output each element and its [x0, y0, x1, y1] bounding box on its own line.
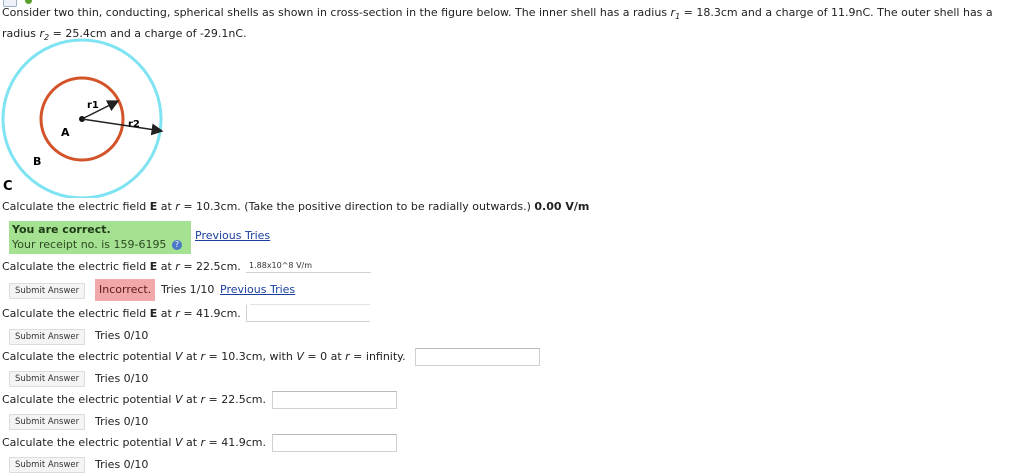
q3-text: Calculate the electric field: [2, 307, 150, 320]
question-2: Calculate the electric field E at r = 22…: [2, 259, 241, 275]
incorrect-badge: Incorrect.: [95, 279, 156, 301]
question-1: Calculate the electric field E at r = 10…: [2, 199, 589, 215]
label-a: A: [61, 126, 70, 139]
correct-title: You are correct.: [12, 223, 111, 236]
question-5: Calculate the electric potential V at r …: [2, 392, 266, 408]
q5-submit-button[interactable]: Submit Answer: [9, 414, 86, 430]
q5-tries: Tries 0/10: [95, 415, 149, 428]
q5-answer-input[interactable]: [272, 391, 397, 409]
q2-previous-tries-link[interactable]: Previous Tries: [220, 282, 295, 298]
q5-text: Calculate the electric potential: [2, 393, 175, 406]
q3-text: = 41.9cm.: [179, 307, 241, 320]
q4-tries: Tries 0/10: [95, 372, 149, 385]
question-4: Calculate the electric potential V at r …: [2, 349, 406, 365]
q2-text: Calculate the electric field: [2, 260, 150, 273]
correct-feedback: You are correct. Your receipt no. is 159…: [9, 221, 191, 254]
q3-submit-button[interactable]: Submit Answer: [9, 329, 86, 345]
q4-text: at: [182, 350, 201, 363]
q1-previous-tries-link[interactable]: Previous Tries: [195, 228, 270, 244]
q4-answer-input[interactable]: [415, 348, 540, 366]
q6-answer-input[interactable]: [272, 434, 397, 452]
shells-figure: r1 r2 A B C: [1, 38, 164, 198]
q4-text: Calculate the electric potential: [2, 350, 175, 363]
q6-tries: Tries 0/10: [95, 458, 149, 471]
q5-text: at: [182, 393, 201, 406]
receipt-text: Your receipt no. is 159-6195: [12, 238, 167, 251]
q6-submit-button[interactable]: Submit Answer: [9, 457, 86, 473]
question-6: Calculate the electric potential V at r …: [2, 435, 266, 451]
q4-submit-button[interactable]: Submit Answer: [9, 371, 86, 387]
q4-V-symbol: V: [296, 350, 304, 363]
problem-text: Consider two thin, conducting, spherical…: [2, 6, 671, 19]
q4-text: = 0 at: [303, 350, 346, 363]
q1-text: Calculate the electric field: [2, 200, 150, 213]
q1-text: = 10.3cm. (Take the positive direction t…: [179, 200, 535, 213]
q2-text: = 22.5cm.: [179, 260, 241, 273]
q2-answer-input[interactable]: 1.88x10^8 V/m: [246, 259, 371, 273]
q3-text: at: [157, 307, 176, 320]
q4-text: = infinity.: [349, 350, 406, 363]
q6-text: Calculate the electric potential: [2, 436, 175, 449]
q5-text: = 22.5cm.: [205, 393, 267, 406]
q3-answer-input[interactable]: [246, 305, 370, 322]
q4-text: = 10.3cm, with: [205, 350, 297, 363]
question-3: Calculate the electric field E at r = 41…: [2, 306, 241, 322]
q6-text: = 41.9cm.: [205, 436, 267, 449]
r2-figure-label: r2: [128, 119, 140, 130]
label-c: C: [3, 179, 13, 194]
q1-answer: 0.00 V/m: [534, 200, 590, 213]
help-icon[interactable]: ?: [171, 240, 182, 250]
q2-text: at: [157, 260, 176, 273]
r1-figure-label: r1: [87, 100, 99, 111]
q3-tries: Tries 0/10: [95, 329, 149, 342]
q1-text: at: [157, 200, 176, 213]
label-b: B: [33, 155, 41, 168]
q2-submit-button[interactable]: Submit Answer: [9, 283, 86, 299]
q2-tries: Tries 1/10: [161, 283, 215, 296]
q6-text: at: [182, 436, 201, 449]
